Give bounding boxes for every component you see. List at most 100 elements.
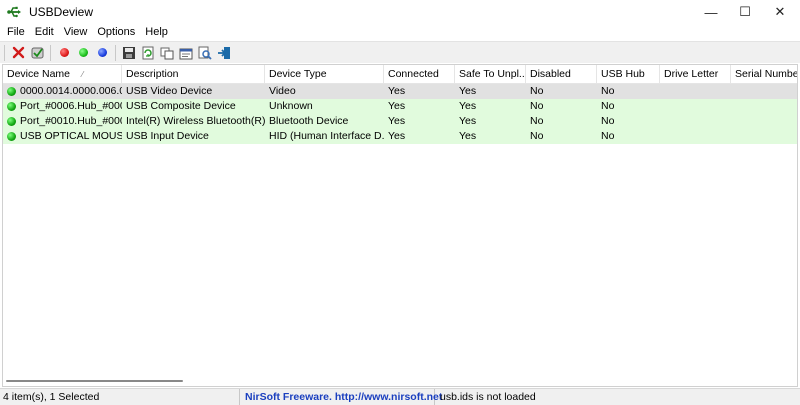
cell-drive-letter (660, 99, 731, 114)
properties-button[interactable] (178, 45, 194, 61)
column-connected[interactable]: Connected (384, 65, 455, 84)
cell-drive-letter (660, 114, 731, 129)
cell-device-name: Port_#0006.Hub_#0001 (20, 100, 122, 112)
table-row[interactable]: Port_#0006.Hub_#0001 USB Composite Devic… (3, 99, 797, 114)
table-row[interactable]: Port_#0010.Hub_#0001 Intel(R) Wireless B… (3, 114, 797, 129)
window-title: USBDeview (29, 5, 94, 19)
column-header: Device Name ⁄ Description Device Type Con… (3, 65, 797, 84)
cell-disabled: No (530, 100, 544, 112)
maximize-icon: ☐ (739, 4, 751, 19)
cell-connected: Yes (388, 100, 406, 112)
sort-indicator-icon: ⁄ (82, 70, 84, 79)
toolbar (0, 41, 800, 63)
cell-device-name: Port_#0010.Hub_#0001 (20, 115, 122, 127)
table-row[interactable]: 0000.0014.0000.006.00... USB Video Devic… (3, 84, 797, 99)
column-label: Device Name (7, 68, 71, 80)
cell-safe-to-unplug: Yes (459, 130, 477, 142)
save-button[interactable] (121, 45, 137, 61)
column-description[interactable]: Description (122, 65, 265, 84)
cell-serial-number (731, 129, 797, 144)
status-bar: 4 item(s), 1 Selected NirSoft Freeware. … (0, 388, 800, 405)
cell-connected: Yes (388, 130, 406, 142)
enable-button[interactable] (75, 45, 91, 61)
horizontal-scrollbar[interactable] (3, 374, 797, 386)
delete-button[interactable] (10, 45, 26, 61)
exit-icon (218, 46, 230, 59)
menu-help[interactable]: Help (141, 24, 172, 41)
cell-device-name: 0000.0014.0000.006.00... (20, 85, 122, 97)
cell-drive-letter (660, 84, 731, 99)
cell-device-type: Video (269, 85, 296, 97)
cell-usb-hub: No (601, 85, 615, 97)
disable-red-dot-icon (59, 48, 69, 57)
usb-icon (7, 6, 21, 18)
column-usb-hub[interactable]: USB Hub (597, 65, 660, 84)
column-device-name[interactable]: Device Name ⁄ (3, 65, 122, 84)
cell-connected: Yes (388, 85, 406, 97)
menu-view[interactable]: View (60, 24, 92, 41)
table-row[interactable]: USB OPTICAL MOUSE USB Input Device HID (… (3, 129, 797, 144)
cell-device-name: USB OPTICAL MOUSE (20, 130, 122, 142)
cell-usb-hub: No (601, 130, 615, 142)
cell-usb-hub: No (601, 115, 615, 127)
title-bar: USBDeview — ☐ ✕ (0, 0, 800, 24)
column-device-type[interactable]: Device Type (265, 65, 384, 84)
cell-safe-to-unplug: Yes (459, 85, 477, 97)
cell-serial-number (731, 99, 797, 114)
column-drive-letter[interactable]: Drive Letter (660, 65, 731, 84)
cell-device-type: Bluetooth Device (269, 115, 349, 127)
menu-file[interactable]: File (3, 24, 29, 41)
device-list[interactable]: Device Name ⁄ Description Device Type Con… (2, 64, 798, 387)
copy-icon (160, 47, 174, 59)
cell-description: Intel(R) Wireless Bluetooth(R) (126, 115, 265, 127)
find-icon (198, 46, 212, 60)
menu-edit[interactable]: Edit (31, 24, 58, 41)
cell-disabled: No (530, 130, 544, 142)
close-button[interactable]: ✕ (762, 0, 798, 24)
save-icon (123, 46, 135, 59)
cell-description: USB Input Device (126, 130, 209, 142)
maximize-button[interactable]: ☐ (727, 0, 763, 24)
cell-description: USB Video Device (126, 85, 213, 97)
blue-dot-button[interactable] (94, 45, 110, 61)
cell-safe-to-unplug: Yes (459, 115, 477, 127)
cell-serial-number (731, 84, 797, 99)
column-serial-number[interactable]: Serial Number (731, 65, 797, 84)
refresh-button[interactable] (140, 45, 156, 61)
cell-device-type: Unknown (269, 100, 313, 112)
minimize-icon: — (704, 4, 718, 20)
close-icon: ✕ (774, 4, 786, 19)
scrollbar-thumb[interactable] (6, 380, 183, 382)
delete-x-icon (12, 46, 24, 59)
uninstall-icon (31, 47, 43, 59)
disable-button[interactable] (56, 45, 72, 61)
properties-icon (179, 48, 192, 59)
copy-button[interactable] (159, 45, 175, 61)
status-usb-ids: usb.ids is not loaded (440, 391, 536, 403)
refresh-icon (142, 46, 154, 59)
status-item-count: 4 item(s), 1 Selected (0, 389, 240, 405)
find-button[interactable] (197, 45, 213, 61)
toolbar-separator (115, 44, 116, 61)
toolbar-separator (50, 44, 51, 61)
cell-description: USB Composite Device (126, 100, 236, 112)
cell-usb-hub: No (601, 100, 615, 112)
cell-serial-number (731, 114, 797, 129)
cell-connected: Yes (388, 115, 406, 127)
blue-dot-icon (97, 48, 107, 57)
uninstall-button[interactable] (29, 45, 45, 61)
enable-green-dot-icon (78, 48, 88, 57)
menu-options[interactable]: Options (93, 24, 139, 41)
cell-disabled: No (530, 115, 544, 127)
nirsoft-link[interactable]: NirSoft Freeware. http://www.nirsoft.net (240, 389, 442, 405)
cell-disabled: No (530, 85, 544, 97)
column-safe-to-unplug[interactable]: Safe To Unpl... (455, 65, 526, 84)
exit-button[interactable] (216, 45, 232, 61)
minimize-button[interactable]: — (693, 0, 729, 24)
cell-safe-to-unplug: Yes (459, 100, 477, 112)
nirsoft-link-text: NirSoft Freeware. http://www.nirsoft.net (245, 391, 443, 403)
menu-bar: File Edit View Options Help (0, 24, 800, 41)
column-disabled[interactable]: Disabled (526, 65, 597, 84)
cell-drive-letter (660, 129, 731, 144)
toolbar-separator (4, 44, 5, 61)
